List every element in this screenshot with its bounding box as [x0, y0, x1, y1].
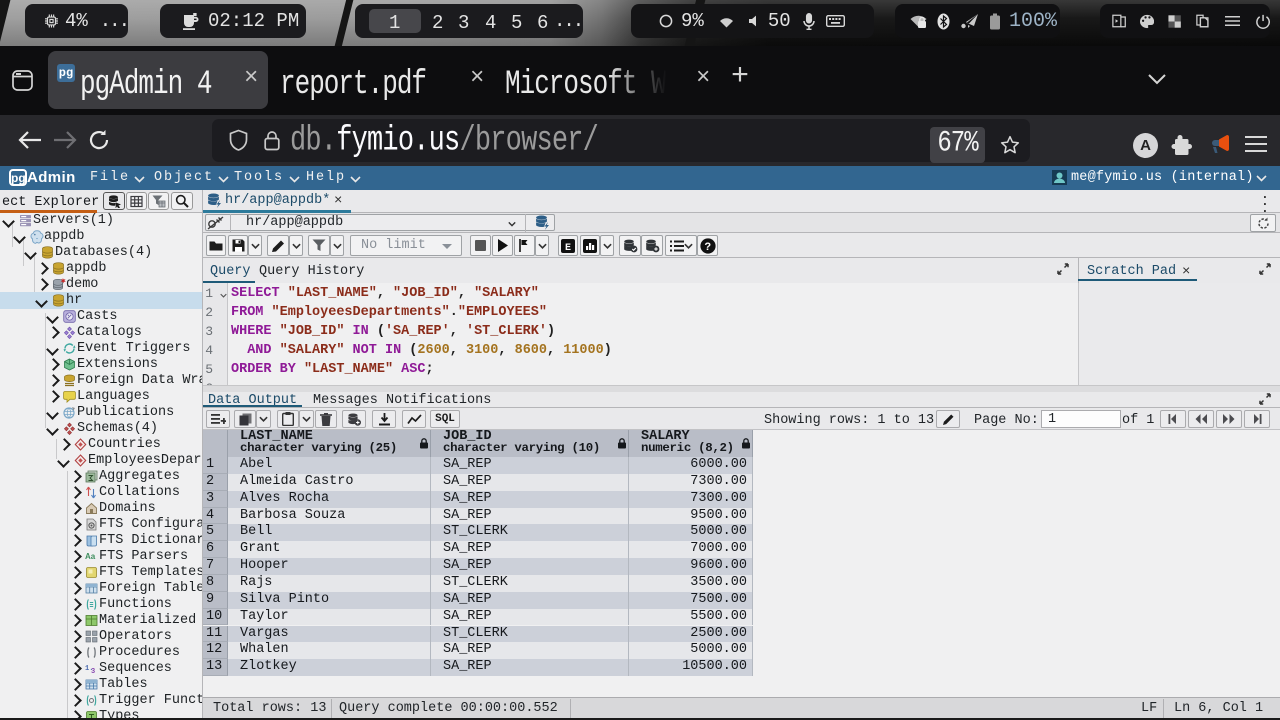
- svg-text:3: 3: [91, 668, 95, 675]
- svg-text:E: E: [565, 243, 571, 253]
- svg-text:Aa: Aa: [85, 552, 96, 561]
- svg-text:?: ?: [704, 242, 711, 254]
